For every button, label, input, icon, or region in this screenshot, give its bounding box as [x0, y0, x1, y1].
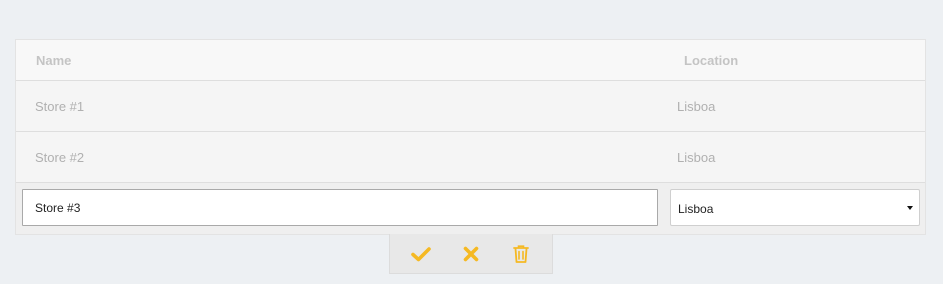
row-name-cell: Store #2 [35, 150, 85, 165]
chevron-down-icon [907, 206, 913, 210]
row-actions [389, 234, 553, 274]
table-row[interactable]: Store #2 Lisboa [16, 132, 925, 183]
row-location-cell: Lisboa [677, 150, 716, 165]
table-header: Name Location [16, 40, 925, 81]
delete-button[interactable] [510, 243, 532, 265]
column-header-location: Location [684, 53, 739, 68]
store-name-input[interactable] [22, 189, 658, 226]
edit-row: Lisboa [16, 183, 925, 234]
location-select-value: Lisboa [678, 202, 714, 216]
column-header-name: Name [36, 53, 72, 68]
trash-icon [513, 245, 529, 263]
cancel-button[interactable] [460, 243, 482, 265]
row-location-cell: Lisboa [677, 99, 716, 114]
row-name-cell: Store #1 [35, 99, 85, 114]
stores-table: Name Location Store #1 Lisboa Store #2 L… [15, 39, 926, 235]
table-row[interactable]: Store #1 Lisboa [16, 81, 925, 132]
close-icon [463, 246, 479, 262]
confirm-button[interactable] [410, 243, 432, 265]
check-icon [411, 247, 431, 262]
location-select[interactable]: Lisboa [670, 189, 920, 226]
